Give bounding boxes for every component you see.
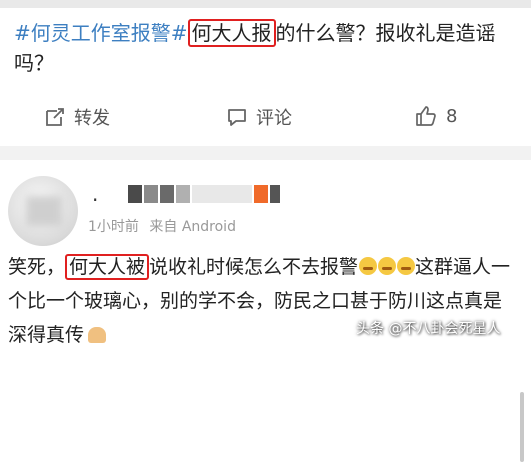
comment-line1-rest: 说收礼时候怎么不去报警: [149, 256, 359, 278]
topic-link[interactable]: #何灵工作室报警#: [14, 21, 188, 45]
like-button[interactable]: 8: [414, 104, 457, 128]
comment-highlight: 何大人被: [65, 254, 150, 280]
repost-icon: [44, 106, 66, 128]
post-action-bar: 转发 评论 8: [0, 96, 531, 138]
like-count: 8: [446, 105, 458, 127]
scrollbar[interactable]: [520, 392, 524, 462]
previous-content-strip: [0, 0, 531, 8]
laughing-tears-emoji: [397, 257, 416, 275]
comment-text-start: 笑死，: [8, 256, 66, 278]
comment-meta: 1小时前 来自 Android: [88, 216, 236, 236]
post-text: #何灵工作室报警# 何大人报 的什么警？报收礼是造谣吗？: [14, 18, 519, 78]
repost-label: 转发: [74, 108, 110, 129]
username-mosaic[interactable]: .: [92, 182, 282, 206]
watermark: 头条 @不八卦会死星人: [356, 321, 501, 337]
username-prefix: .: [92, 182, 99, 206]
praying-hands-emoji: [88, 327, 107, 343]
comment-button[interactable]: 评论: [226, 104, 292, 130]
comment-label: 评论: [256, 108, 292, 129]
avatar[interactable]: [8, 176, 78, 246]
section-divider: [0, 146, 531, 160]
comment-source: 来自 Android: [149, 219, 236, 235]
laughing-tears-emoji: [359, 257, 378, 275]
repost-button[interactable]: 转发: [44, 104, 110, 130]
comment-time: 1小时前: [88, 219, 139, 235]
highlighted-phrase: 何大人报: [187, 19, 276, 47]
thumbs-up-icon: [414, 104, 438, 128]
laughing-tears-emoji: [378, 257, 397, 275]
weibo-post: #何灵工作室报警# 何大人报 的什么警？报收礼是造谣吗？: [0, 8, 531, 92]
comment-icon: [226, 106, 248, 128]
